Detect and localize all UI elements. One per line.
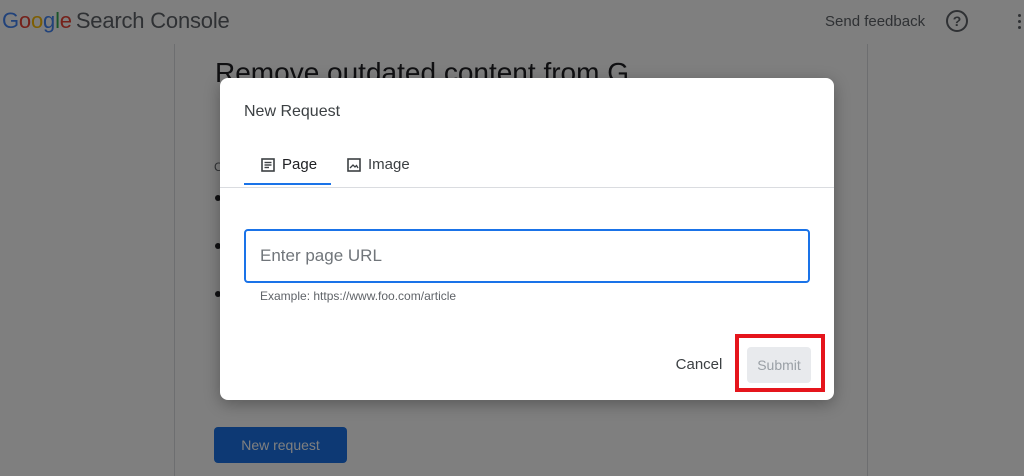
tab-image[interactable]: Image <box>347 142 427 187</box>
tab-page-label: Page <box>282 156 318 173</box>
tab-image-label: Image <box>368 156 410 173</box>
cancel-button[interactable]: Cancel <box>668 347 730 383</box>
page-url-input[interactable] <box>244 229 810 283</box>
dialog-title: New Request <box>244 103 341 120</box>
submit-highlight-box <box>735 334 825 392</box>
tab-page[interactable]: Page <box>244 142 331 187</box>
request-type-tabs: Page Image <box>220 142 834 188</box>
active-tab-indicator <box>244 183 331 185</box>
image-icon <box>347 157 361 172</box>
page-icon <box>261 157 275 172</box>
url-hint: Example: https://www.foo.com/article <box>260 289 457 303</box>
